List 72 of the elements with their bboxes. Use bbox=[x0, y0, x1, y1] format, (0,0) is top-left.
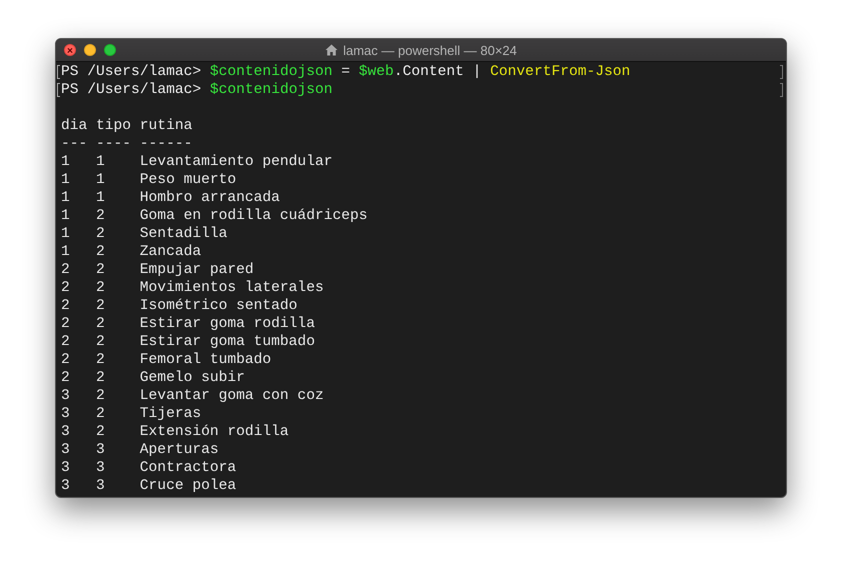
table-cell-text: 2 bbox=[96, 387, 106, 405]
table-cell: Cruce polea bbox=[140, 477, 236, 495]
table-cell: Contractora bbox=[140, 459, 236, 477]
table-cell: Peso muerto bbox=[140, 171, 236, 189]
table-cell: Estirar goma rodilla bbox=[140, 315, 315, 333]
table-cell-text: 2 bbox=[61, 297, 71, 315]
header-rule: ------ bbox=[140, 135, 192, 153]
table-cell-text: 1 bbox=[61, 189, 71, 207]
table-cell: Gemelo subir bbox=[140, 369, 245, 387]
table-cell-text: 2 bbox=[96, 423, 106, 441]
line-mark-icon bbox=[780, 83, 783, 97]
table-cell-text: 3 bbox=[61, 423, 71, 441]
table-cell: Hombro arrancada bbox=[140, 189, 280, 207]
table-cell-text: 1 bbox=[96, 171, 106, 189]
table-cell: Tijeras bbox=[140, 405, 202, 423]
command-line: PS /Users/lamac> $contenidojson = $web.Content | ConvertFrom-Json bbox=[61, 63, 630, 81]
column-header: dia bbox=[61, 117, 88, 135]
table-cell-text: 2 bbox=[61, 369, 71, 387]
column-header: rutina bbox=[140, 117, 192, 135]
table-cell-text: 2 bbox=[96, 351, 106, 369]
table-cell-text: 2 bbox=[61, 351, 71, 369]
table-cell-text: 1 bbox=[61, 225, 71, 243]
table-cell-text: 1 bbox=[96, 153, 106, 171]
table-cell-text: 3 bbox=[61, 477, 71, 495]
table-cell-text: 3 bbox=[61, 405, 71, 423]
table-cell-text: 3 bbox=[61, 387, 71, 405]
column-header: tipo bbox=[96, 117, 132, 135]
table-cell: Isométrico sentado bbox=[140, 297, 298, 315]
table-cell-text: 2 bbox=[96, 315, 106, 333]
table-cell-text: 2 bbox=[61, 333, 71, 351]
close-button[interactable] bbox=[64, 44, 76, 56]
table-cell-text: 3 bbox=[96, 441, 106, 459]
table-cell-text: 3 bbox=[61, 459, 71, 477]
table-cell-text: 2 bbox=[61, 315, 71, 333]
table-cell-text: 3 bbox=[96, 477, 106, 495]
table-cell-text: 3 bbox=[96, 459, 106, 477]
table-cell-text: 2 bbox=[61, 261, 71, 279]
table-cell-text: 2 bbox=[96, 297, 106, 315]
table-cell: Zancada bbox=[140, 243, 202, 261]
minimize-button[interactable] bbox=[84, 44, 96, 56]
line-mark-icon bbox=[780, 65, 783, 79]
table-cell-text: 2 bbox=[96, 369, 106, 387]
table-cell-text: 2 bbox=[96, 207, 106, 225]
table-cell-text: 1 bbox=[61, 171, 71, 189]
maximize-button[interactable] bbox=[104, 44, 116, 56]
table-cell: Femoral tumbado bbox=[140, 351, 272, 369]
table-cell-text: 3 bbox=[61, 441, 71, 459]
table-cell-text: 2 bbox=[96, 405, 106, 423]
table-cell: Sentadilla bbox=[140, 225, 228, 243]
table-cell-text: 1 bbox=[61, 243, 71, 261]
table-cell-text: 2 bbox=[96, 225, 106, 243]
table-cell-text: 2 bbox=[96, 279, 106, 297]
house-icon bbox=[325, 44, 338, 56]
table-cell: Estirar goma tumbado bbox=[140, 333, 315, 351]
header-rule: --- bbox=[61, 135, 88, 153]
table-cell-text: 2 bbox=[96, 333, 106, 351]
table-cell: Empujar pared bbox=[140, 261, 254, 279]
table-cell: Movimientos laterales bbox=[140, 279, 324, 297]
table-cell: Aperturas bbox=[140, 441, 219, 459]
table-cell-text: 1 bbox=[96, 189, 106, 207]
table-cell-text: 2 bbox=[96, 261, 106, 279]
table-cell-text: 2 bbox=[61, 279, 71, 297]
window-title: lamac — powershell — 80×24 bbox=[343, 42, 517, 58]
command-line: PS /Users/lamac> $contenidojson bbox=[61, 81, 332, 99]
table-cell: Extensión rodilla bbox=[140, 423, 289, 441]
header-rule: ---- bbox=[96, 135, 132, 153]
table-cell: Goma en rodilla cuádriceps bbox=[140, 207, 368, 225]
table-cell-text: 1 bbox=[61, 207, 71, 225]
table-cell-text: 1 bbox=[61, 153, 71, 171]
table-cell: Levantamiento pendular bbox=[140, 153, 332, 171]
table-cell: Levantar goma con coz bbox=[140, 387, 324, 405]
table-cell-text: 2 bbox=[96, 243, 106, 261]
